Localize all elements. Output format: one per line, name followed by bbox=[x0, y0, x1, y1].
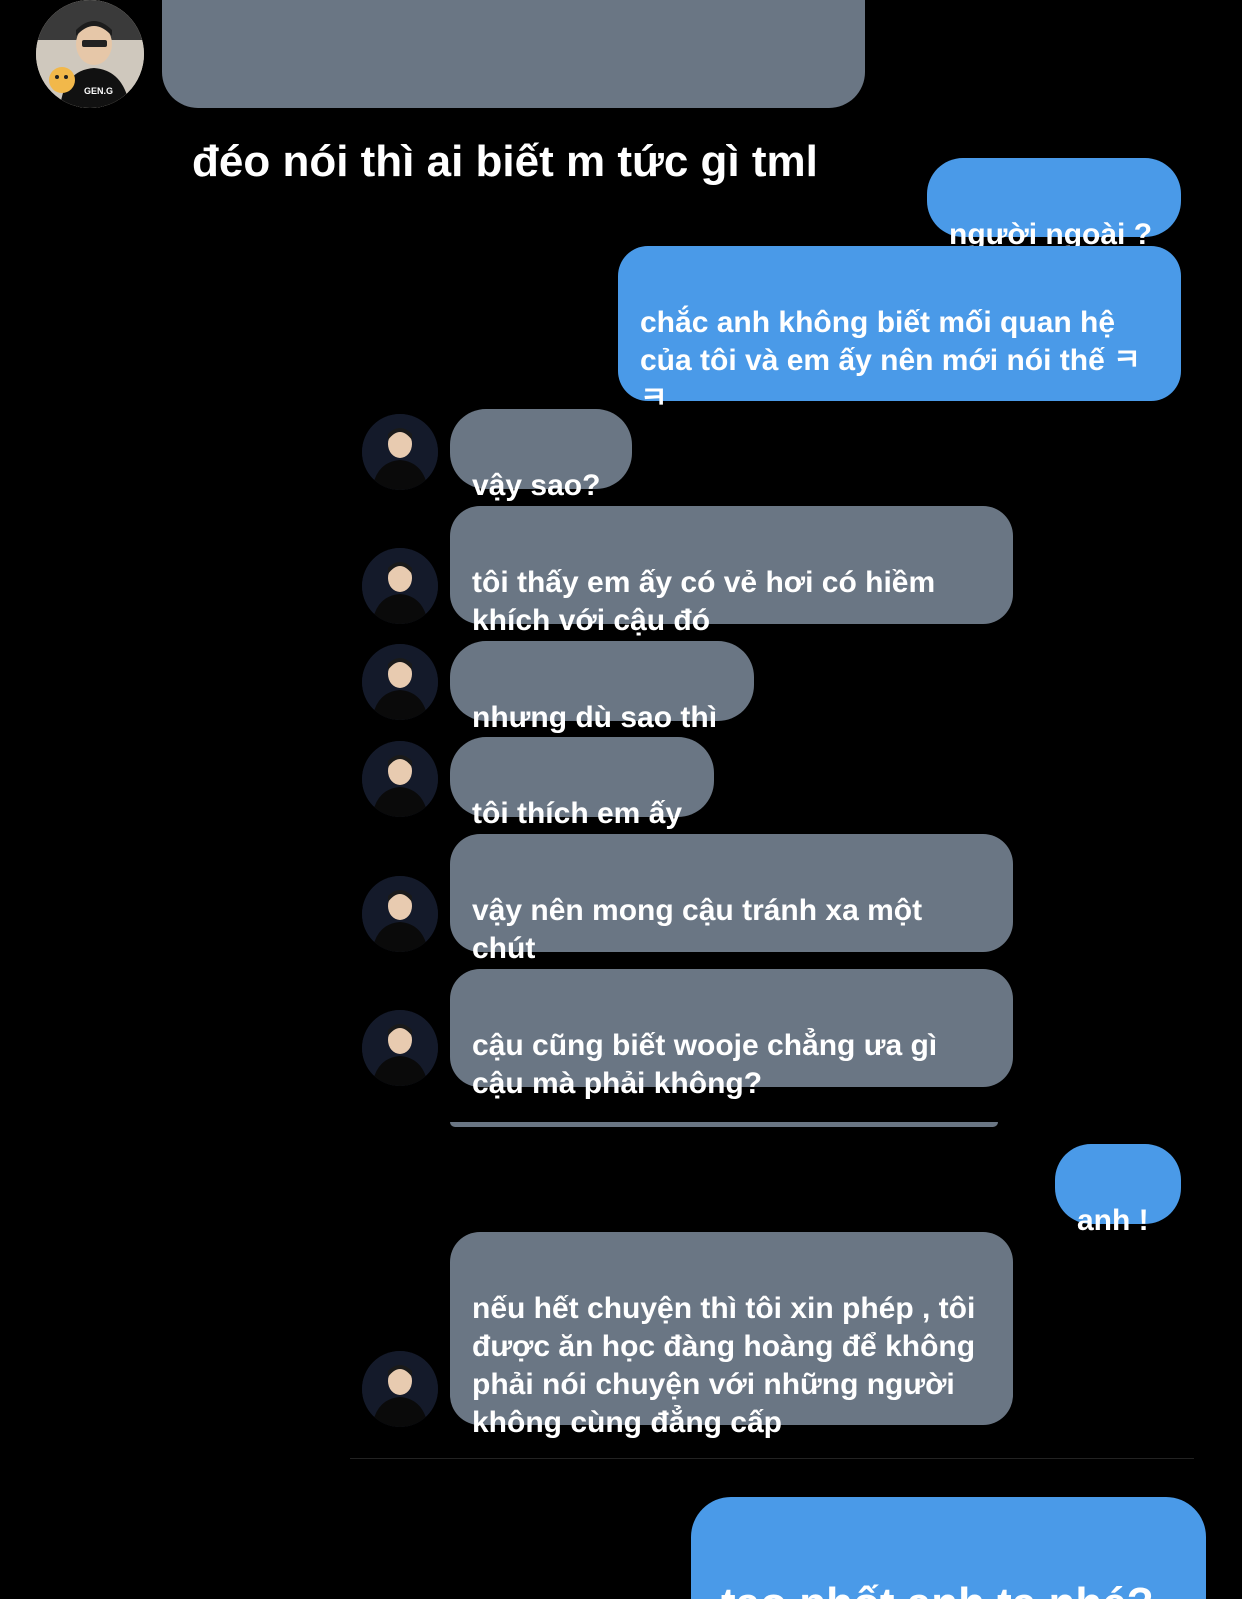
bottom-message-text: tao phốt anh ta nhé? bbox=[721, 1579, 1154, 1599]
message-text: chắc anh không biết mối quan hệ của tôi … bbox=[640, 306, 1141, 415]
person-avatar-icon bbox=[362, 876, 438, 952]
person-avatar-icon bbox=[362, 548, 438, 624]
person-avatar-icon bbox=[362, 414, 438, 490]
message-text: vậy sao? bbox=[472, 469, 601, 502]
contact-avatar[interactable] bbox=[362, 741, 438, 817]
top-message-text: đéo nói thì ai biết m tức gì tml bbox=[192, 137, 818, 186]
contact-avatar[interactable] bbox=[362, 548, 438, 624]
message-text: anh ! bbox=[1077, 1204, 1149, 1237]
person-avatar-icon bbox=[362, 1351, 438, 1427]
incoming-message-bubble[interactable]: tôi thích em ấy bbox=[450, 737, 714, 830]
person-photo-icon: GEN.G bbox=[36, 0, 144, 108]
svg-text:GEN.G: GEN.G bbox=[84, 86, 113, 96]
incoming-message-bubble[interactable]: vậy nên mong cậu tránh xa một chút bbox=[450, 834, 1013, 965]
incoming-message-bubble[interactable]: nhưng dù sao thì bbox=[450, 641, 754, 734]
outgoing-message-bubble[interactable]: người ngoài ? bbox=[927, 158, 1181, 251]
person-avatar-icon bbox=[362, 1010, 438, 1086]
incoming-message-bubble[interactable]: vậy sao? bbox=[450, 409, 632, 502]
message-text: cậu cũng biết wooje chẳng ưa gì cậu mà p… bbox=[472, 1029, 938, 1100]
bottom-message-bubble[interactable]: tao phốt anh ta nhé? bbox=[691, 1497, 1206, 1599]
message-text: tôi thích em ấy bbox=[472, 797, 683, 830]
person-avatar-icon bbox=[362, 644, 438, 720]
message-text: nếu hết chuyện thì tôi xin phép , tôi đư… bbox=[472, 1292, 976, 1439]
incoming-message-bubble[interactable]: tôi thấy em ấy có vẻ hơi có hiềm khích v… bbox=[450, 506, 1013, 637]
message-text: nhưng dù sao thì bbox=[472, 701, 718, 734]
outgoing-message-bubble[interactable]: chắc anh không biết mối quan hệ của tôi … bbox=[618, 246, 1181, 415]
message-text: tôi thấy em ấy có vẻ hơi có hiềm khích v… bbox=[472, 566, 936, 637]
divider-line bbox=[350, 1458, 1194, 1459]
message-text: vậy nên mong cậu tránh xa một chút bbox=[472, 894, 923, 965]
incoming-message-bubble[interactable]: nếu hết chuyện thì tôi xin phép , tôi đư… bbox=[450, 1232, 1013, 1439]
contact-avatar[interactable] bbox=[362, 1351, 438, 1427]
sender-avatar-large[interactable]: GEN.G bbox=[36, 0, 144, 108]
cropped-bubble-edge bbox=[450, 1122, 998, 1127]
contact-avatar[interactable] bbox=[362, 644, 438, 720]
contact-avatar[interactable] bbox=[362, 414, 438, 490]
person-avatar-icon bbox=[362, 741, 438, 817]
outgoing-message-bubble[interactable]: anh ! bbox=[1055, 1144, 1181, 1237]
incoming-message-bubble[interactable]: cậu cũng biết wooje chẳng ưa gì cậu mà p… bbox=[450, 969, 1013, 1100]
top-message-bubble[interactable]: đéo nói thì ai biết m tức gì tml bbox=[162, 0, 865, 186]
contact-avatar[interactable] bbox=[362, 876, 438, 952]
contact-avatar[interactable] bbox=[362, 1010, 438, 1086]
